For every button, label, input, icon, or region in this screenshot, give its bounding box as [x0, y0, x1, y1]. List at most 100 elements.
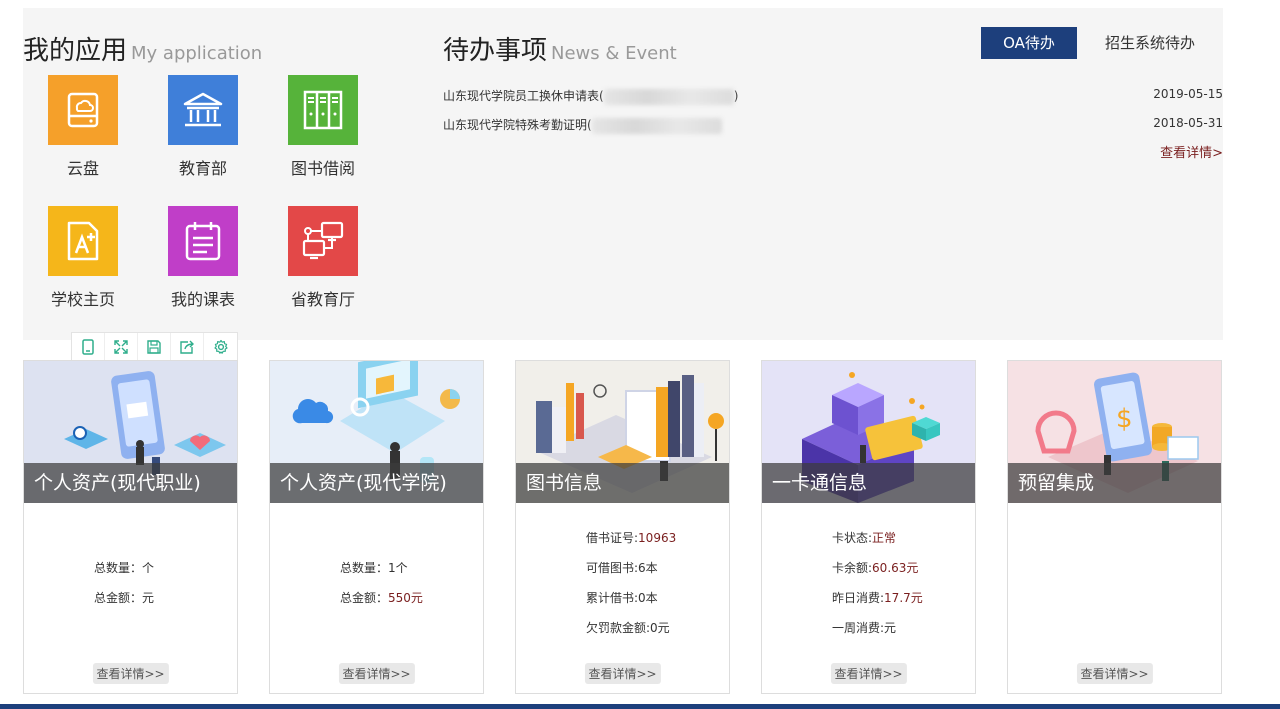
card-body: 借书证号:10963 可借图书:6本 累计借书:0本 欠罚款金额:0元 [516, 503, 729, 653]
settings-icon[interactable] [204, 333, 237, 360]
app-my-schedule[interactable]: 我的课表 [153, 206, 253, 310]
news-item[interactable]: 山东现代学院特殊考勤证明( 2018-05-31 [443, 116, 1223, 136]
app-label: 图书借阅 [290, 159, 355, 178]
card-illustration: 个人资产(现代学院) [270, 361, 483, 503]
card-caption: 个人资产(现代职业) [24, 463, 237, 503]
schedule-icon [168, 206, 238, 276]
news-item[interactable]: 山东现代学院员工换休申请表() 2019-05-15 [443, 87, 1223, 107]
news-item-title[interactable]: 山东现代学院员工换休申请表() [443, 87, 738, 105]
card-row: 借书证号:10963 [586, 529, 676, 546]
card-row-label: 昨日消费: [832, 591, 885, 605]
card-row-value: 10963 [638, 531, 677, 545]
news-title: 待办事项 [443, 36, 548, 66]
card-illustration: 一卡通信息 [762, 361, 975, 503]
bookshelf-icon [288, 75, 358, 145]
ministry-building-icon [168, 75, 238, 145]
card-row-label: 总金额： [94, 591, 143, 605]
view-details-button[interactable]: 查看详情>> [584, 663, 661, 684]
card-caption: 个人资产(现代学院) [270, 463, 483, 503]
card-row: 卡余额:60.63元 [832, 559, 918, 576]
card-library-info: 图书信息 借书证号:10963 可借图书:6本 累计借书:0本 欠罚款金额:0元… [515, 360, 730, 694]
card-body [1008, 503, 1221, 653]
tab-admission-todo[interactable]: 招生系统待办 [1077, 27, 1223, 59]
card-row: 一周消费:元 [832, 619, 896, 636]
card-row-value: 60.63元 [872, 561, 919, 575]
card-row: 总数量：个 [94, 559, 154, 576]
news-tabs: OA待办 招生系统待办 [981, 27, 1223, 59]
card-row: 可借图书:6本 [586, 559, 658, 576]
card-row-label: 总数量： [94, 561, 143, 575]
view-details-button[interactable]: 查看详情>> [338, 663, 415, 684]
cloud-disk-icon [48, 75, 118, 145]
card-row-label: 卡状态: [832, 531, 873, 545]
app-ministry-education[interactable]: 教育部 [153, 75, 253, 179]
app-school-homepage[interactable]: 学校主页 [33, 206, 133, 310]
card-campus-card: 一卡通信息 卡状态:正常 卡余额:60.63元 昨日消费:17.7元 一周消费:… [761, 360, 976, 694]
app-label: 教育部 [178, 159, 227, 178]
view-details-button[interactable]: 查看详情>> [92, 663, 169, 684]
card-body: 卡状态:正常 卡余额:60.63元 昨日消费:17.7元 一周消费:元 [762, 503, 975, 653]
card-row-label: 累计借书: [586, 591, 639, 605]
card-row: 总数量：1个 [340, 559, 408, 576]
news-item-date: 2019-05-15 [1153, 87, 1223, 101]
app-provincial-education[interactable]: 省教育厅 [273, 206, 373, 310]
app-label: 我的课表 [170, 290, 235, 309]
card-caption: 一卡通信息 [762, 463, 975, 503]
view-details-button[interactable]: 查看详情>> [1076, 663, 1153, 684]
tablet-icon[interactable] [72, 333, 105, 360]
card-illustration: $ 预留集成 [1008, 361, 1221, 503]
network-office-icon [288, 206, 358, 276]
news-section-title: 待办事项 News & Event [443, 30, 677, 67]
news-item-title-text: 山东现代学院员工换休申请表( [443, 89, 604, 103]
card-reserved-integration: $ 预留集成 查看详情>> [1007, 360, 1222, 694]
card-row-label: 卡余额: [832, 561, 873, 575]
tab-oa-todo[interactable]: OA待办 [981, 27, 1077, 59]
school-homepage-icon [48, 206, 118, 276]
redacted-text [591, 117, 722, 134]
card-row: 总金额：元 [94, 589, 154, 606]
view-details-button[interactable]: 查看详情>> [830, 663, 907, 684]
card-row: 卡状态:正常 [832, 529, 896, 546]
app-label: 云盘 [66, 159, 99, 178]
card-row-label: 总金额： [340, 591, 389, 605]
card-row-label: 欠罚款金额: [586, 621, 651, 635]
news-item-date: 2018-05-31 [1153, 116, 1223, 130]
news-more-link[interactable]: 查看详情> [1160, 142, 1223, 161]
card-assets-vocational: 个人资产(现代职业) 总数量：个 总金额：元 查看详情>> [23, 360, 238, 694]
card-body: 总数量：个 总金额：元 [24, 503, 237, 653]
card-row-value: 正常 [872, 531, 897, 545]
app-cloud-disk[interactable]: 云盘 [33, 75, 133, 179]
card-row-value: 0元 [650, 621, 670, 635]
card-row-label: 总数量： [340, 561, 389, 575]
card-row-value: 6本 [638, 561, 658, 575]
card-row-value: 17.7元 [884, 591, 923, 605]
save-icon[interactable] [138, 333, 171, 360]
share-icon[interactable] [171, 333, 204, 360]
app-label: 学校主页 [50, 290, 115, 309]
news-subtitle: News & Event [551, 43, 677, 64]
card-row-value: 元 [142, 591, 155, 605]
card-row-label: 可借图书: [586, 561, 639, 575]
apps-section-title: 我的应用 My application [23, 30, 262, 67]
card-row-value: 550元 [388, 591, 423, 605]
card-body: 总数量：1个 总金额：550元 [270, 503, 483, 653]
card-row-label: 一周消费: [832, 621, 885, 635]
card-row-value: 元 [884, 621, 897, 635]
fullscreen-icon[interactable] [105, 333, 138, 360]
top-panel: 我的应用 My application 云盘 教育部 图书借阅 学校主页 我的课表 [23, 8, 1223, 340]
card-illustration: 个人资产(现代职业) [24, 361, 237, 503]
apps-title: 我的应用 [23, 36, 128, 66]
app-label: 省教育厅 [290, 290, 355, 309]
card-row-value: 个 [142, 561, 155, 575]
card-row: 欠罚款金额:0元 [586, 619, 670, 636]
card-row-value: 0本 [638, 591, 658, 605]
news-item-title[interactable]: 山东现代学院特殊考勤证明( [443, 116, 722, 134]
card-row-value: 1个 [388, 561, 408, 575]
card-row: 总金额：550元 [340, 589, 423, 606]
card-row: 累计借书:0本 [586, 589, 658, 606]
card-row: 昨日消费:17.7元 [832, 589, 923, 606]
app-library[interactable]: 图书借阅 [273, 75, 373, 179]
card-row-label: 借书证号: [586, 531, 639, 545]
apps-subtitle: My application [131, 43, 263, 64]
card-caption: 预留集成 [1008, 463, 1221, 503]
